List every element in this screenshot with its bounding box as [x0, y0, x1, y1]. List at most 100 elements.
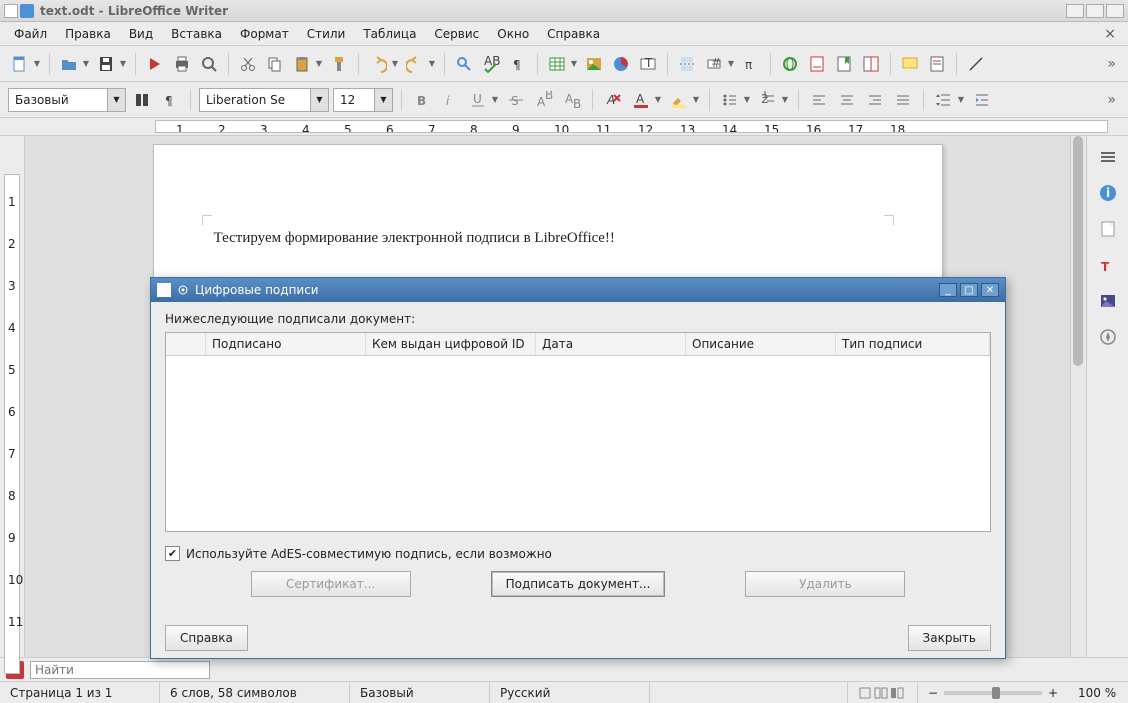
menu-view[interactable]: Вид: [121, 24, 161, 44]
undo-icon[interactable]: [366, 52, 390, 76]
spellcheck-icon[interactable]: ABC: [479, 52, 503, 76]
print-icon[interactable]: [170, 52, 194, 76]
insert-table-icon[interactable]: [545, 52, 569, 76]
status-page[interactable]: Страница 1 из 1: [0, 682, 160, 703]
subscript-icon[interactable]: AB: [560, 88, 584, 112]
toolbar-overflow-button[interactable]: »: [1103, 56, 1120, 72]
horizontal-ruler[interactable]: 123456789101112131415161718: [0, 118, 1128, 136]
redo-icon[interactable]: [403, 52, 427, 76]
status-zoom[interactable]: 100 %: [1068, 682, 1128, 703]
scrollbar-thumb[interactable]: [1073, 136, 1083, 366]
strike-icon[interactable]: S: [504, 88, 528, 112]
font-color-icon[interactable]: A: [629, 88, 653, 112]
insert-textbox-icon[interactable]: T: [636, 52, 660, 76]
track-changes-icon[interactable]: [925, 52, 949, 76]
insert-footnote-icon[interactable]: [805, 52, 829, 76]
dialog-titlebar[interactable]: Цифровые подписи _ □ ✕: [151, 278, 1005, 302]
gallery-panel-icon[interactable]: [1095, 288, 1121, 314]
menu-file[interactable]: Файл: [6, 24, 55, 44]
view-certificate-button[interactable]: Сертификат...: [251, 571, 411, 597]
dialog-help-button[interactable]: Справка: [165, 625, 248, 651]
paste-dropdown[interactable]: ▼: [314, 52, 324, 76]
formatting-marks-icon[interactable]: ¶: [506, 52, 530, 76]
insert-chart-icon[interactable]: [609, 52, 633, 76]
clear-format-icon[interactable]: A: [601, 88, 625, 112]
align-right-icon[interactable]: [863, 88, 887, 112]
menu-table[interactable]: Таблица: [355, 24, 424, 44]
menu-styles[interactable]: Стили: [299, 24, 354, 44]
align-center-icon[interactable]: [835, 88, 859, 112]
sign-document-button[interactable]: Подписать документ...: [491, 571, 666, 597]
cut-icon[interactable]: [236, 52, 260, 76]
menu-insert[interactable]: Вставка: [163, 24, 230, 44]
close-document-button[interactable]: ×: [1098, 26, 1122, 42]
align-justify-icon[interactable]: [891, 88, 915, 112]
dialog-close-button[interactable]: ✕: [981, 283, 999, 297]
status-zoom-slider[interactable]: −+: [918, 682, 1068, 703]
col-signed[interactable]: Подписано: [206, 333, 366, 355]
page-panel-icon[interactable]: [1095, 216, 1121, 242]
status-view-layout[interactable]: [848, 682, 918, 703]
export-pdf-icon[interactable]: [143, 52, 167, 76]
table-dropdown[interactable]: ▼: [569, 52, 579, 76]
align-left-icon[interactable]: [807, 88, 831, 112]
insert-bookmark-icon[interactable]: [832, 52, 856, 76]
dialog-close-btn[interactable]: Закрыть: [908, 625, 991, 651]
font-size-combo[interactable]: ▼: [333, 88, 393, 112]
new-doc-dropdown[interactable]: ▼: [32, 52, 42, 76]
menu-format[interactable]: Формат: [232, 24, 297, 44]
col-type[interactable]: Тип подписи: [836, 333, 990, 355]
menu-tools[interactable]: Сервис: [426, 24, 487, 44]
dialog-minimize-button[interactable]: _: [939, 283, 957, 297]
insert-image-icon[interactable]: [582, 52, 606, 76]
vertical-ruler[interactable]: 1234567891011: [0, 136, 25, 657]
menu-help[interactable]: Справка: [539, 24, 608, 44]
document-text[interactable]: Тестируем формирование электронной подпи…: [214, 230, 882, 247]
new-doc-icon[interactable]: [8, 52, 32, 76]
save-dropdown[interactable]: ▼: [118, 52, 128, 76]
menu-window[interactable]: Окно: [489, 24, 537, 44]
status-wordcount[interactable]: 6 слов, 58 символов: [160, 682, 350, 703]
col-date[interactable]: Дата: [536, 333, 686, 355]
update-style-icon[interactable]: [130, 88, 154, 112]
save-icon[interactable]: [94, 52, 118, 76]
ades-checkbox[interactable]: ✔: [165, 546, 180, 561]
insert-hyperlink-icon[interactable]: [778, 52, 802, 76]
insert-special-char-icon[interactable]: π: [739, 52, 763, 76]
status-style[interactable]: Базовый: [350, 682, 490, 703]
italic-icon[interactable]: i: [438, 88, 462, 112]
format-toolbar-overflow-button[interactable]: »: [1103, 92, 1120, 108]
navigator-panel-icon[interactable]: [1095, 324, 1121, 350]
maximize-button[interactable]: [1086, 4, 1104, 18]
highlight-icon[interactable]: [667, 88, 691, 112]
insert-pagebreak-icon[interactable]: [675, 52, 699, 76]
col-issuer[interactable]: Кем выдан цифровой ID: [366, 333, 536, 355]
styles-panel-icon[interactable]: T: [1095, 252, 1121, 278]
insert-xref-icon[interactable]: [859, 52, 883, 76]
clone-format-icon[interactable]: [327, 52, 351, 76]
paste-icon[interactable]: [290, 52, 314, 76]
preview-icon[interactable]: [197, 52, 221, 76]
find-input[interactable]: [30, 661, 210, 679]
field-dropdown[interactable]: ▼: [726, 52, 736, 76]
remove-signature-button[interactable]: Удалить: [745, 571, 905, 597]
bullets-icon[interactable]: [718, 88, 742, 112]
insert-line-icon[interactable]: [964, 52, 988, 76]
bold-icon[interactable]: B: [410, 88, 434, 112]
col-desc[interactable]: Описание: [686, 333, 836, 355]
vertical-scrollbar[interactable]: [1070, 136, 1086, 657]
numbering-icon[interactable]: 12: [756, 88, 780, 112]
properties-panel-icon[interactable]: i: [1095, 180, 1121, 206]
paragraph-style-combo[interactable]: ▼: [8, 88, 126, 112]
dialog-maximize-button[interactable]: □: [960, 283, 978, 297]
new-style-icon[interactable]: ¶: [158, 88, 182, 112]
find-replace-icon[interactable]: [452, 52, 476, 76]
font-name-combo[interactable]: ▼: [199, 88, 329, 112]
insert-field-icon[interactable]: #: [702, 52, 726, 76]
menu-edit[interactable]: Правка: [57, 24, 119, 44]
open-icon[interactable]: [57, 52, 81, 76]
underline-icon[interactable]: U: [466, 88, 490, 112]
copy-icon[interactable]: [263, 52, 287, 76]
minimize-button[interactable]: [1066, 4, 1084, 18]
close-window-button[interactable]: [1106, 4, 1124, 18]
